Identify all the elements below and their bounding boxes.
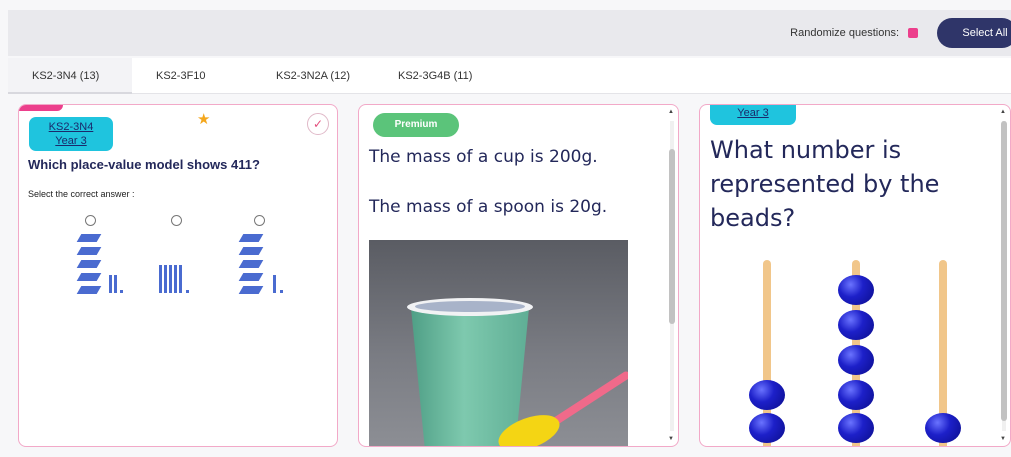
ten-rod <box>169 265 172 293</box>
scroll-down-icon[interactable]: ▼ <box>668 436 674 442</box>
select-all-button[interactable]: Select All <box>937 18 1011 48</box>
ten-rod <box>109 275 112 293</box>
top-toolbar: Randomize questions: Select All <box>8 10 1011 56</box>
scroll-down-icon[interactable]: ▼ <box>1000 436 1006 442</box>
question-text: What number is represented by the beads? <box>710 136 940 232</box>
star-icon[interactable]: ★ <box>197 110 210 128</box>
tab-ks2-3g4b[interactable]: KS2-3G4B (11) <box>374 58 496 94</box>
bead <box>838 275 874 305</box>
ten-rod <box>179 265 182 293</box>
tab-ks2-3n4[interactable]: KS2-3N4 (13) <box>8 58 132 94</box>
bead <box>838 310 874 340</box>
ten-rod <box>114 275 117 293</box>
bead <box>838 413 874 443</box>
question-card-beads[interactable]: Year 3 What number is represented by the… <box>699 104 1011 447</box>
scroll-thumb[interactable] <box>669 149 675 324</box>
question-text: Which place-value model shows 411? <box>28 157 260 172</box>
instruction-text: Select the correct answer : <box>28 189 135 199</box>
hundred-flat <box>76 286 102 294</box>
year-label: Year 3 <box>737 107 769 119</box>
hundred-flat <box>76 234 102 242</box>
hundred-flat <box>238 286 264 294</box>
bead <box>749 413 785 443</box>
bead <box>838 380 874 410</box>
ten-rod <box>273 275 276 293</box>
hundred-flat <box>76 273 102 281</box>
topic-year: Year 3 <box>55 135 87 147</box>
scroll-up-icon[interactable]: ▲ <box>1000 109 1006 115</box>
topic-code: KS2-3N4 <box>48 121 94 133</box>
ten-rod <box>164 265 167 293</box>
randomize-toggle[interactable]: Randomize questions: <box>790 27 918 39</box>
year-badge: Year 3 <box>710 105 796 125</box>
selected-indicator <box>19 105 63 111</box>
answer-radio-c[interactable] <box>254 215 265 226</box>
bead <box>749 380 785 410</box>
cup-and-spoon-photo <box>369 240 628 446</box>
tab-ks2-3n2a[interactable]: KS2-3N2A (12) <box>252 58 374 94</box>
bead <box>838 345 874 375</box>
answer-radio-a[interactable] <box>85 215 96 226</box>
randomize-label: Randomize questions: <box>790 27 899 39</box>
hundred-flat <box>76 247 102 255</box>
hundred-flat <box>238 260 264 268</box>
premium-badge: Premium <box>373 113 459 137</box>
tab-ks2-3f10[interactable]: KS2-3F10 (12) <box>132 58 252 118</box>
hundred-flat <box>76 260 102 268</box>
bead <box>925 413 961 443</box>
one-cube <box>186 290 189 293</box>
topic-badge: KS2-3N4 Year 3 <box>29 117 113 151</box>
question-card-mass[interactable]: Premium The mass of a cup is 200g. The m… <box>358 104 679 447</box>
scroll-thumb[interactable] <box>1001 121 1007 421</box>
card-scrollbar[interactable]: ▲ ▼ <box>1000 109 1008 444</box>
ten-rod <box>174 265 177 293</box>
question-card-place-value[interactable]: KS2-3N4 Year 3 ★ ✓ Which place-value mod… <box>18 104 338 447</box>
one-cube <box>280 290 283 293</box>
hundred-flat <box>238 247 264 255</box>
question-line-1: The mass of a cup is 200g. <box>369 147 598 167</box>
cup-inner <box>415 301 525 312</box>
ten-rod <box>159 265 162 293</box>
question-line-2: The mass of a spoon is 20g. <box>369 197 608 217</box>
randomize-checkbox[interactable] <box>908 28 918 38</box>
tab-bar: KS2-3N4 (13) KS2-3F10 (12) KS2-3N2A (12)… <box>8 58 1011 118</box>
checkmark-icon[interactable]: ✓ <box>307 113 329 135</box>
hundred-flat <box>238 273 264 281</box>
card-scrollbar[interactable]: ▲ ▼ <box>668 109 676 444</box>
answer-radio-b[interactable] <box>171 215 182 226</box>
one-cube <box>120 290 123 293</box>
hundred-flat <box>238 234 264 242</box>
scroll-up-icon[interactable]: ▲ <box>668 109 674 115</box>
